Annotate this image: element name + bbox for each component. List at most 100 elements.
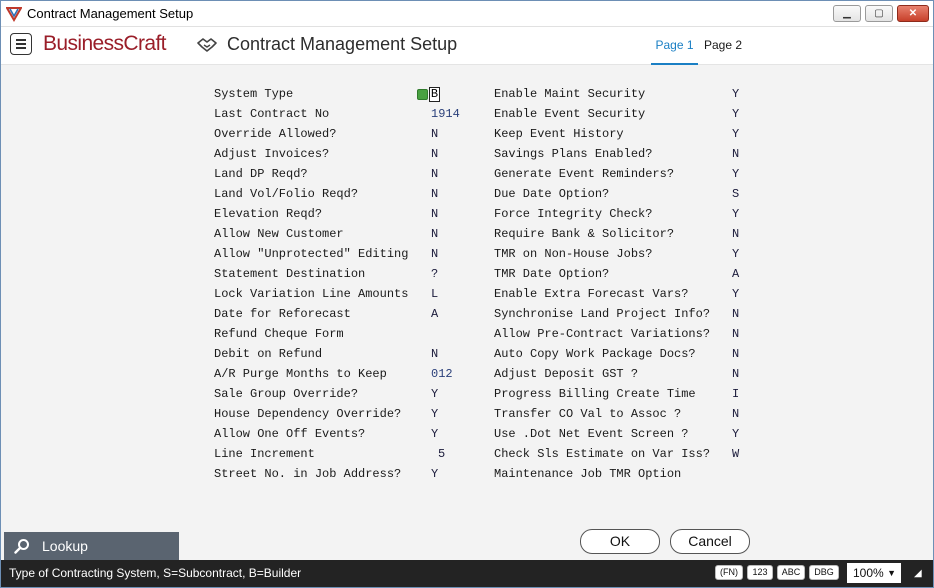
field-value[interactable]: N xyxy=(732,367,739,381)
last-contract-no-value[interactable]: 1914 xyxy=(431,107,460,121)
field-label: Last Contract No xyxy=(214,107,330,121)
field-label: Sale Group Override? xyxy=(214,387,359,401)
field-label: Enable Event Security xyxy=(494,107,646,121)
chevron-down-icon: ▼ xyxy=(887,568,896,578)
field-value[interactable]: 5 xyxy=(438,447,445,461)
field-value[interactable]: N xyxy=(431,247,438,261)
close-button[interactable]: ✕ xyxy=(897,5,929,22)
field-value[interactable]: A xyxy=(431,307,438,321)
form-content: System Type Last Contract No Override Al… xyxy=(1,66,933,560)
field-value[interactable]: Y xyxy=(732,87,739,101)
field-value[interactable]: ? xyxy=(431,267,438,281)
num-lock-indicator[interactable]: 123 xyxy=(747,565,773,580)
field-label: Adjust Invoices? xyxy=(214,147,330,161)
tab-page-2[interactable]: Page 2 xyxy=(704,38,742,65)
zoom-value: 100% xyxy=(853,566,884,580)
field-value[interactable]: N xyxy=(732,147,739,161)
field-value[interactable]: N xyxy=(431,187,438,201)
field-label: Line Increment xyxy=(214,447,315,461)
status-message: Type of Contracting System, S=Subcontrac… xyxy=(9,566,302,580)
field-value[interactable]: Y xyxy=(732,167,739,181)
resize-grip-icon[interactable]: ◢ xyxy=(914,568,924,579)
window-title: Contract Management Setup xyxy=(27,6,194,21)
field-label: Keep Event History xyxy=(494,127,624,141)
ok-button[interactable]: OK xyxy=(580,529,660,554)
app-header: BusinessCraft Contract Management Setup … xyxy=(1,27,933,65)
field-value[interactable]: Y xyxy=(431,427,438,441)
debug-indicator[interactable]: DBG xyxy=(809,565,839,580)
field-label: System Type xyxy=(214,87,294,101)
field-value[interactable]: I xyxy=(732,387,739,401)
field-value[interactable]: N xyxy=(732,227,739,241)
field-label: Land DP Reqd? xyxy=(214,167,308,181)
field-label: Generate Event Reminders? xyxy=(494,167,675,181)
field-value[interactable]: Y xyxy=(732,127,739,141)
field-label: Enable Maint Security xyxy=(494,87,646,101)
fn-indicator[interactable]: (FN) xyxy=(715,565,743,580)
field-label: Street No. in Job Address? xyxy=(214,467,402,481)
field-label: Override Allowed? xyxy=(214,127,337,141)
field-value[interactable]: Y xyxy=(431,387,438,401)
handshake-icon xyxy=(197,38,217,52)
field-label: Debit on Refund xyxy=(214,347,323,361)
field-label: Maintenance Job TMR Option xyxy=(494,467,682,481)
zoom-select[interactable]: 100% ▼ xyxy=(847,563,901,583)
field-label: TMR Date Option? xyxy=(494,267,610,281)
field-label: Refund Cheque Form xyxy=(214,327,344,341)
field-label: Savings Plans Enabled? xyxy=(494,147,653,161)
field-label: Enable Extra Forecast Vars? xyxy=(494,287,689,301)
field-label: Lock Variation Line Amounts xyxy=(214,287,409,301)
field-value[interactable]: Y xyxy=(732,427,739,441)
field-value[interactable]: N xyxy=(431,207,438,221)
field-value[interactable]: Y xyxy=(732,247,739,261)
field-value[interactable]: Y xyxy=(431,407,438,421)
field-value[interactable]: Y xyxy=(732,207,739,221)
field-value[interactable]: N xyxy=(732,347,739,361)
tab-page-1[interactable]: Page 1 xyxy=(651,38,698,65)
field-label: Allow "Unprotected" Editing xyxy=(214,247,409,261)
caps-lock-indicator[interactable]: ABC xyxy=(777,565,805,580)
field-label: TMR on Non-House Jobs? xyxy=(494,247,653,261)
field-value[interactable]: N xyxy=(732,327,739,341)
lookup-button[interactable]: Lookup xyxy=(4,532,179,560)
field-label: Synchronise Land Project Info? xyxy=(494,307,711,321)
field-value[interactable]: N xyxy=(431,347,438,361)
dropdown-icon[interactable] xyxy=(417,89,428,100)
field-value[interactable]: 012 xyxy=(431,367,453,381)
lookup-label: Lookup xyxy=(42,538,88,554)
field-label: Allow New Customer xyxy=(214,227,344,241)
hamburger-menu-button[interactable] xyxy=(10,33,32,55)
field-value[interactable]: N xyxy=(431,147,438,161)
field-label: Require Bank & Solicitor? xyxy=(494,227,675,241)
field-value[interactable]: L xyxy=(431,287,438,301)
field-label: Date for Reforecast xyxy=(214,307,351,321)
field-label: Transfer CO Val to Assoc ? xyxy=(494,407,682,421)
field-label: Adjust Deposit GST ? xyxy=(494,367,639,381)
page-title: Contract Management Setup xyxy=(227,34,458,54)
app-logo-icon xyxy=(6,7,22,22)
cancel-button[interactable]: Cancel xyxy=(670,529,750,554)
menu-line-icon xyxy=(16,43,26,45)
system-type-input[interactable]: B xyxy=(429,87,440,102)
field-value[interactable]: W xyxy=(732,447,739,461)
field-label: Statement Destination xyxy=(214,267,366,281)
field-value[interactable]: A xyxy=(732,267,739,281)
field-label: Check Sls Estimate on Var Iss? xyxy=(494,447,711,461)
minimize-button[interactable]: ▁ xyxy=(833,5,861,22)
field-value[interactable]: N xyxy=(431,127,438,141)
field-value[interactable]: N xyxy=(431,227,438,241)
field-label: Land Vol/Folio Reqd? xyxy=(214,187,359,201)
title-bar: Contract Management Setup ▁ ▢ ✕ xyxy=(1,1,933,27)
field-label: A/R Purge Months to Keep xyxy=(214,367,387,381)
field-label: Force Integrity Check? xyxy=(494,207,653,221)
maximize-button[interactable]: ▢ xyxy=(865,5,893,22)
businesscraft-logo: BusinessCraft xyxy=(43,32,167,55)
menu-line-icon xyxy=(16,39,26,41)
field-value[interactable]: N xyxy=(431,167,438,181)
field-value[interactable]: S xyxy=(732,187,739,201)
field-value[interactable]: N xyxy=(732,307,739,321)
field-value[interactable]: Y xyxy=(732,107,739,121)
field-value[interactable]: N xyxy=(732,407,739,421)
field-value[interactable]: Y xyxy=(431,467,438,481)
field-value[interactable]: Y xyxy=(732,287,739,301)
